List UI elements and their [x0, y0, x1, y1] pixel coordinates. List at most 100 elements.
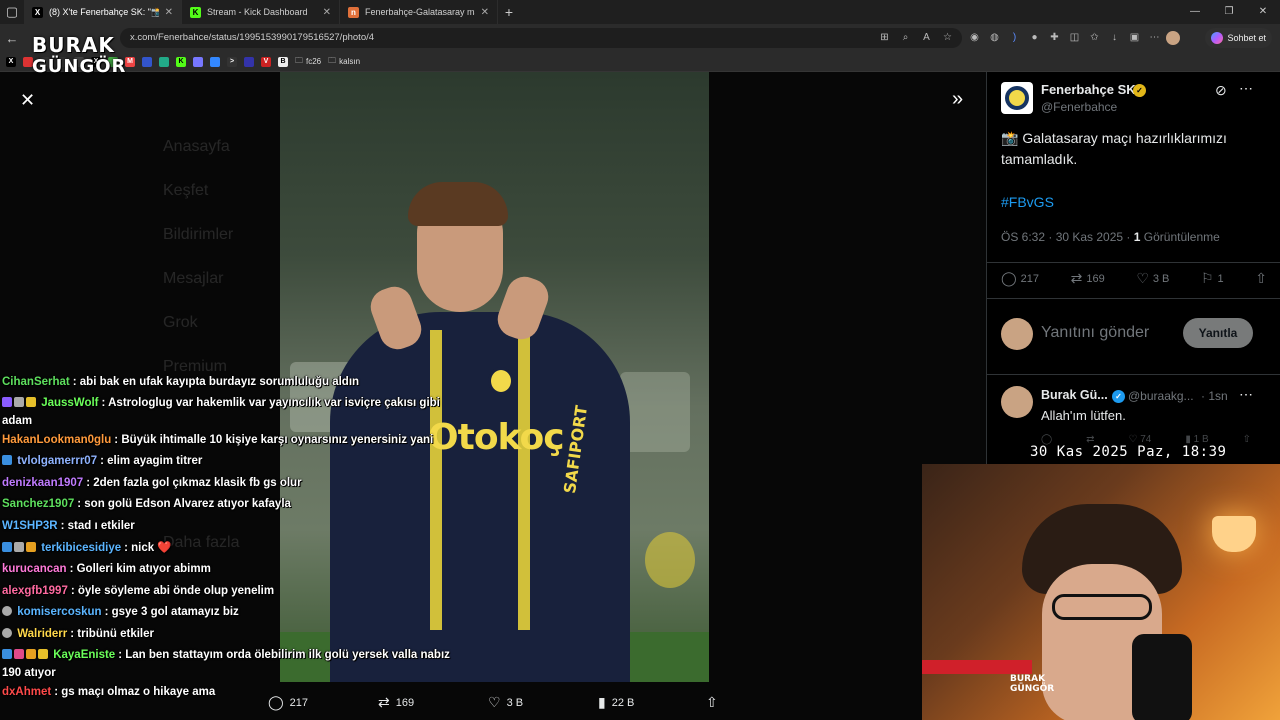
- share-icon[interactable]: ⇧: [1243, 434, 1251, 445]
- chat-text: öyle söyleme abi önde olup yenelim: [77, 584, 275, 597]
- like-action[interactable]: ♡ 3 B: [488, 694, 598, 711]
- new-tab-icon[interactable]: +: [498, 4, 520, 20]
- reply-text: Allah'ım lütfen.: [1041, 408, 1126, 423]
- more-options-icon[interactable]: ⋯: [1239, 80, 1253, 97]
- address-bar-row: ← x.com/Fenerbahce/status/19951539901795…: [0, 24, 1280, 52]
- chat-text: tribünü etkiler: [77, 627, 154, 640]
- chat-message: CihanSerhat: abi bak en ufak kayıpta bur…: [2, 376, 360, 388]
- zoom-icon[interactable]: ⌕: [897, 28, 914, 48]
- hashtag-link[interactable]: #FBvGS: [1001, 194, 1054, 210]
- close-tab-icon[interactable]: ✕: [323, 7, 331, 18]
- window-controls: — ❐ ✕: [1178, 0, 1280, 24]
- divider: [987, 262, 1280, 263]
- reply-stat[interactable]: ◯ 217: [1001, 270, 1039, 287]
- tab-kick-dashboard[interactable]: K Stream - Kick Dashboard ✕: [182, 0, 340, 24]
- bookmark-folder-kalsin[interactable]: 🗀 kalsın: [328, 55, 360, 69]
- streamer-glasses: [1052, 594, 1152, 620]
- bookmark-count: 1: [1217, 272, 1224, 285]
- view-count: 22 B: [611, 696, 635, 709]
- like-stat[interactable]: ♡ 3 B: [1136, 270, 1169, 287]
- favorites-icon[interactable]: ✩: [1086, 28, 1103, 48]
- close-window-icon[interactable]: ✕: [1246, 0, 1280, 24]
- bookmark-docs-icon[interactable]: [142, 56, 152, 67]
- read-aloud-icon[interactable]: A: [918, 28, 935, 48]
- chat-username: terkibicesidiye: [41, 541, 122, 554]
- url-field[interactable]: x.com/Fenerbahce/status/1995153990179516…: [120, 28, 962, 48]
- bookmark-folder-fc26[interactable]: 🗀 fc26: [295, 55, 321, 69]
- user-avatar[interactable]: [1001, 318, 1033, 350]
- grok-icon[interactable]: ⊘: [1215, 82, 1227, 99]
- chat-username: dxAhmet: [2, 685, 52, 698]
- bookmark-icon[interactable]: B: [278, 56, 288, 67]
- mic-logo-line2: GÜNGÖR: [1010, 684, 1055, 694]
- fenerbahce-avatar[interactable]: [1001, 82, 1033, 114]
- photo-bokeh: [620, 372, 690, 452]
- reply-input[interactable]: Yanıtını gönder: [1041, 324, 1149, 342]
- chat-username: KayaEniste: [53, 648, 116, 661]
- more-icon[interactable]: ⋯: [1146, 28, 1163, 48]
- bookmark-icon[interactable]: [210, 56, 220, 67]
- reply-author-avatar[interactable]: [1001, 386, 1033, 418]
- reply-button[interactable]: Yanıtla: [1183, 318, 1253, 348]
- logo-line2: GÜNGÖR: [32, 56, 127, 77]
- bookmark-stat[interactable]: ⚐ 1: [1201, 270, 1224, 287]
- bookmark-kick-icon[interactable]: K: [176, 56, 186, 67]
- folder-icon: 🗀: [295, 55, 303, 65]
- tab-label: (8) X'te Fenerbahçe SK: "📸 Gala: [49, 6, 159, 17]
- views-action[interactable]: ▮ 22 B: [598, 694, 708, 711]
- extension-icon[interactable]: ◉: [966, 28, 983, 48]
- download-icon[interactable]: ↓: [1106, 28, 1123, 48]
- extension-icon[interactable]: ◍: [986, 28, 1003, 48]
- close-tab-icon[interactable]: ✕: [481, 7, 489, 18]
- screenshot-icon[interactable]: ▣: [1126, 28, 1143, 48]
- back-icon[interactable]: ←: [0, 31, 24, 46]
- tab-fenerbahce-news[interactable]: n Fenerbahçe-Galatasaray maç kad ✕: [340, 0, 498, 24]
- extension-icon[interactable]: ): [1006, 28, 1023, 48]
- fenerbahce-crest-icon: [1005, 86, 1029, 110]
- bookmark-icon: ⚐: [1200, 270, 1214, 286]
- share-action[interactable]: ⇧: [706, 694, 718, 711]
- split-screen-icon[interactable]: ◫: [1066, 28, 1083, 48]
- bookmark-gmail-icon[interactable]: M: [125, 56, 135, 67]
- bookmark-icon[interactable]: >: [227, 56, 237, 67]
- reply-icon: ◯: [1001, 270, 1017, 286]
- reply-count: 217: [1020, 272, 1040, 285]
- url-actions: ⊞ ⌕ A ☆: [876, 28, 956, 48]
- minimize-icon[interactable]: —: [1178, 0, 1212, 24]
- profile-avatar[interactable]: [1166, 31, 1180, 45]
- repost-stat[interactable]: ⇄ 169: [1071, 270, 1105, 287]
- share-stat[interactable]: ⇧: [1255, 270, 1267, 287]
- expand-panel-icon[interactable]: »: [952, 88, 963, 111]
- chat-message: Walriderr: tribünü etkiler: [2, 624, 462, 646]
- bookmark-icon[interactable]: [244, 56, 254, 67]
- tweet-stats: ◯ 217 ⇄ 169 ♡ 3 B ⚐ 1 ⇧: [1001, 270, 1267, 287]
- restore-icon[interactable]: ❐: [1212, 0, 1246, 24]
- reply-author-handle[interactable]: @buraakg...: [1128, 389, 1194, 403]
- chat-message: denizkaan1907: 2den fazla gol çıkmaz kla…: [2, 476, 302, 489]
- chat-message: Sanchez1907: son golü Edson Alvarez atıy…: [2, 498, 291, 511]
- tab-x-fenerbahce[interactable]: X (8) X'te Fenerbahçe SK: "📸 Gala ✕: [24, 0, 182, 24]
- tweet-timestamp[interactable]: ÖS 6:32 · 30 Kas 2025 ·: [1001, 230, 1134, 244]
- fenerbahce-crest-icon: [488, 367, 514, 395]
- extensions-icon[interactable]: ✚: [1046, 28, 1063, 48]
- folder-icon: 🗀: [328, 55, 337, 65]
- close-tab-icon[interactable]: ✕: [165, 7, 173, 18]
- bookmark-icon[interactable]: [193, 56, 203, 67]
- favorite-star-icon[interactable]: ☆: [939, 28, 956, 48]
- reply-author-name[interactable]: Burak Gü...: [1041, 388, 1108, 402]
- like-count: 3 B: [506, 696, 524, 709]
- app-available-icon[interactable]: ⊞: [876, 28, 893, 48]
- author-name[interactable]: Fenerbahçe SK: [1041, 82, 1136, 97]
- tab-actions-icon[interactable]: ▢: [0, 4, 24, 20]
- copilot-icon: [1211, 32, 1224, 44]
- extension-icon[interactable]: ●: [1026, 28, 1043, 48]
- bookmark-x-icon[interactable]: X: [6, 56, 16, 67]
- reply-time[interactable]: · 1sn: [1201, 389, 1228, 403]
- bookmark-drive-icon[interactable]: [159, 56, 169, 67]
- copilot-button[interactable]: Sohbet et: [1205, 28, 1272, 48]
- more-options-icon[interactable]: ⋯: [1239, 386, 1253, 403]
- close-viewer-icon[interactable]: ✕: [20, 90, 35, 111]
- chat-message: komisercoskun: gsye 3 gol atamayız biz: [2, 602, 462, 624]
- author-handle[interactable]: @Fenerbahce: [1041, 100, 1117, 114]
- bookmark-icon[interactable]: V: [261, 56, 271, 67]
